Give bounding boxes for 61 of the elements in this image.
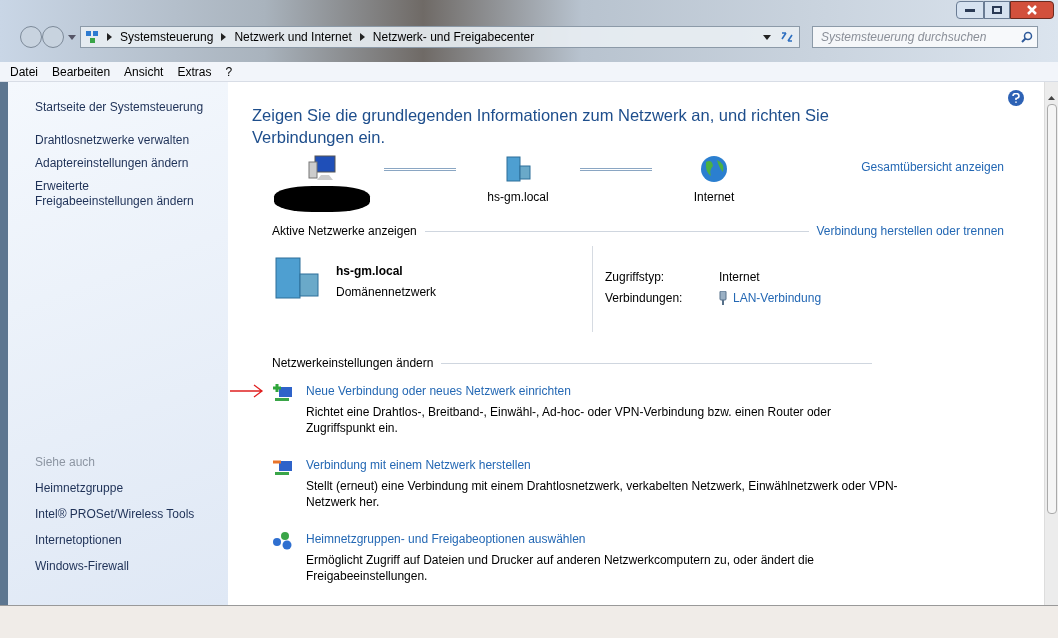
chevron-icon[interactable] bbox=[359, 33, 365, 41]
menu-item[interactable]: ? bbox=[225, 62, 233, 81]
sidebar-link[interactable]: Intel® PROSet/Wireless Tools bbox=[35, 505, 228, 523]
scroll-thumb[interactable] bbox=[1046, 104, 1057, 514]
help-icon[interactable] bbox=[1008, 90, 1024, 106]
homegroup-icon bbox=[272, 531, 294, 551]
breadcrumb[interactable]: Netzwerk- und Freigabecenter bbox=[372, 28, 535, 46]
sidebar-link[interactable]: Heimnetzgruppe bbox=[35, 479, 228, 497]
chevron-icon[interactable] bbox=[221, 33, 227, 41]
task-description: Ermöglicht Zugriff auf Dateien und Drucker auf anderen Netzwerkcomputern zu, oder ändert die Freigabeeinstellungen. bbox=[306, 552, 816, 584]
field-label: Zugriffstyp: bbox=[605, 269, 666, 286]
sidebar-link[interactable]: Startseite der Systemsteuerung bbox=[35, 100, 205, 115]
network-node-label: Internet bbox=[693, 189, 735, 206]
minimize-button[interactable] bbox=[956, 1, 984, 19]
network-add-icon bbox=[272, 383, 294, 403]
network-cable-icon bbox=[719, 291, 727, 305]
field-value: Internet bbox=[719, 269, 761, 286]
address-bar[interactable]: Systemsteuerung Netzwerk und Internet Netzwerk- und Freigabecenter bbox=[80, 26, 800, 48]
scrollbar[interactable] bbox=[1044, 82, 1058, 605]
menu-item[interactable]: Datei bbox=[10, 62, 38, 81]
overview-link[interactable]: Gesamtübersicht anzeigen bbox=[861, 158, 1004, 176]
chevron-icon[interactable] bbox=[107, 33, 112, 41]
connection-link[interactable]: LAN-Verbindung bbox=[733, 289, 822, 307]
scroll-up-icon[interactable] bbox=[1048, 96, 1055, 100]
search-icon[interactable] bbox=[1021, 31, 1033, 43]
menu-item[interactable]: Ansicht bbox=[124, 62, 164, 81]
refresh-icon[interactable] bbox=[779, 30, 795, 44]
page-title: Zeigen Sie die grundlegenden Informationen zum Netzwerk an, und richten Sie Verbindungen ein. bbox=[252, 105, 830, 148]
task-description: Richtet eine Drahtlos-, Breitband-, Einwähl-, Ad-hoc- oder VPN-Verbindung bzw. einen Router oder Zugriffspunkt ein. bbox=[306, 404, 832, 436]
sidebar-link[interactable]: Drahtlosnetzwerke verwalten bbox=[35, 133, 205, 148]
connector-line bbox=[580, 168, 652, 171]
task-link[interactable]: Verbindung mit einem Netzwerk herstellen bbox=[306, 456, 902, 474]
network-name: hs-gm.local bbox=[336, 263, 404, 280]
task-link[interactable]: Neue Verbindung oder neues Netzwerk einrichten bbox=[306, 382, 902, 400]
maximize-button[interactable] bbox=[984, 1, 1010, 19]
network-type: Domänennetzwerk bbox=[336, 284, 437, 301]
menu-item[interactable]: Bearbeiten bbox=[52, 62, 111, 81]
connect-link[interactable]: Verbindung herstellen oder trennen bbox=[816, 222, 1004, 240]
network-icon bbox=[85, 30, 99, 44]
sidebar-link[interactable]: Adaptereinstellungen ändern bbox=[35, 156, 205, 171]
breadcrumb[interactable]: Netzwerk und Internet bbox=[234, 28, 352, 46]
search-field[interactable]: Systemsteuerung durchsuchen bbox=[812, 26, 1038, 48]
network-node-label: hs-gm.local bbox=[487, 189, 549, 206]
sidebar-link[interactable]: Windows-Firewall bbox=[35, 557, 228, 575]
menu-item[interactable]: Extras bbox=[177, 62, 212, 81]
dropdown-icon[interactable] bbox=[763, 34, 771, 40]
field-label: Verbindungen: bbox=[605, 290, 684, 307]
task-link[interactable]: Heimnetzgruppen- und Freigabeoptionen auswählen bbox=[306, 530, 902, 548]
section-heading: Aktive Netzwerke anzeigen bbox=[272, 223, 417, 240]
task-description: Stellt (erneut) eine Verbindung mit einem Drahtlosnetzwerk, verkabelten Netzwerk, Einwählnetzwerk oder VPN-Netzwerk her. bbox=[306, 478, 899, 510]
section-heading: Netzwerkeinstellungen ändern bbox=[272, 355, 434, 372]
server-icon bbox=[272, 256, 322, 300]
close-button[interactable] bbox=[1010, 1, 1054, 19]
server-icon bbox=[503, 154, 533, 184]
close-icon bbox=[1027, 5, 1037, 15]
breadcrumb[interactable]: Systemsteuerung bbox=[120, 28, 214, 46]
sidebar-link[interactable]: Erweiterte Freigabeeinstellungen ändern bbox=[35, 179, 205, 209]
sidebar-link[interactable]: Internetoptionen bbox=[35, 531, 228, 549]
sidebar-heading: Siehe auch bbox=[35, 454, 97, 471]
globe-icon bbox=[699, 154, 729, 184]
connector-line bbox=[384, 168, 456, 171]
